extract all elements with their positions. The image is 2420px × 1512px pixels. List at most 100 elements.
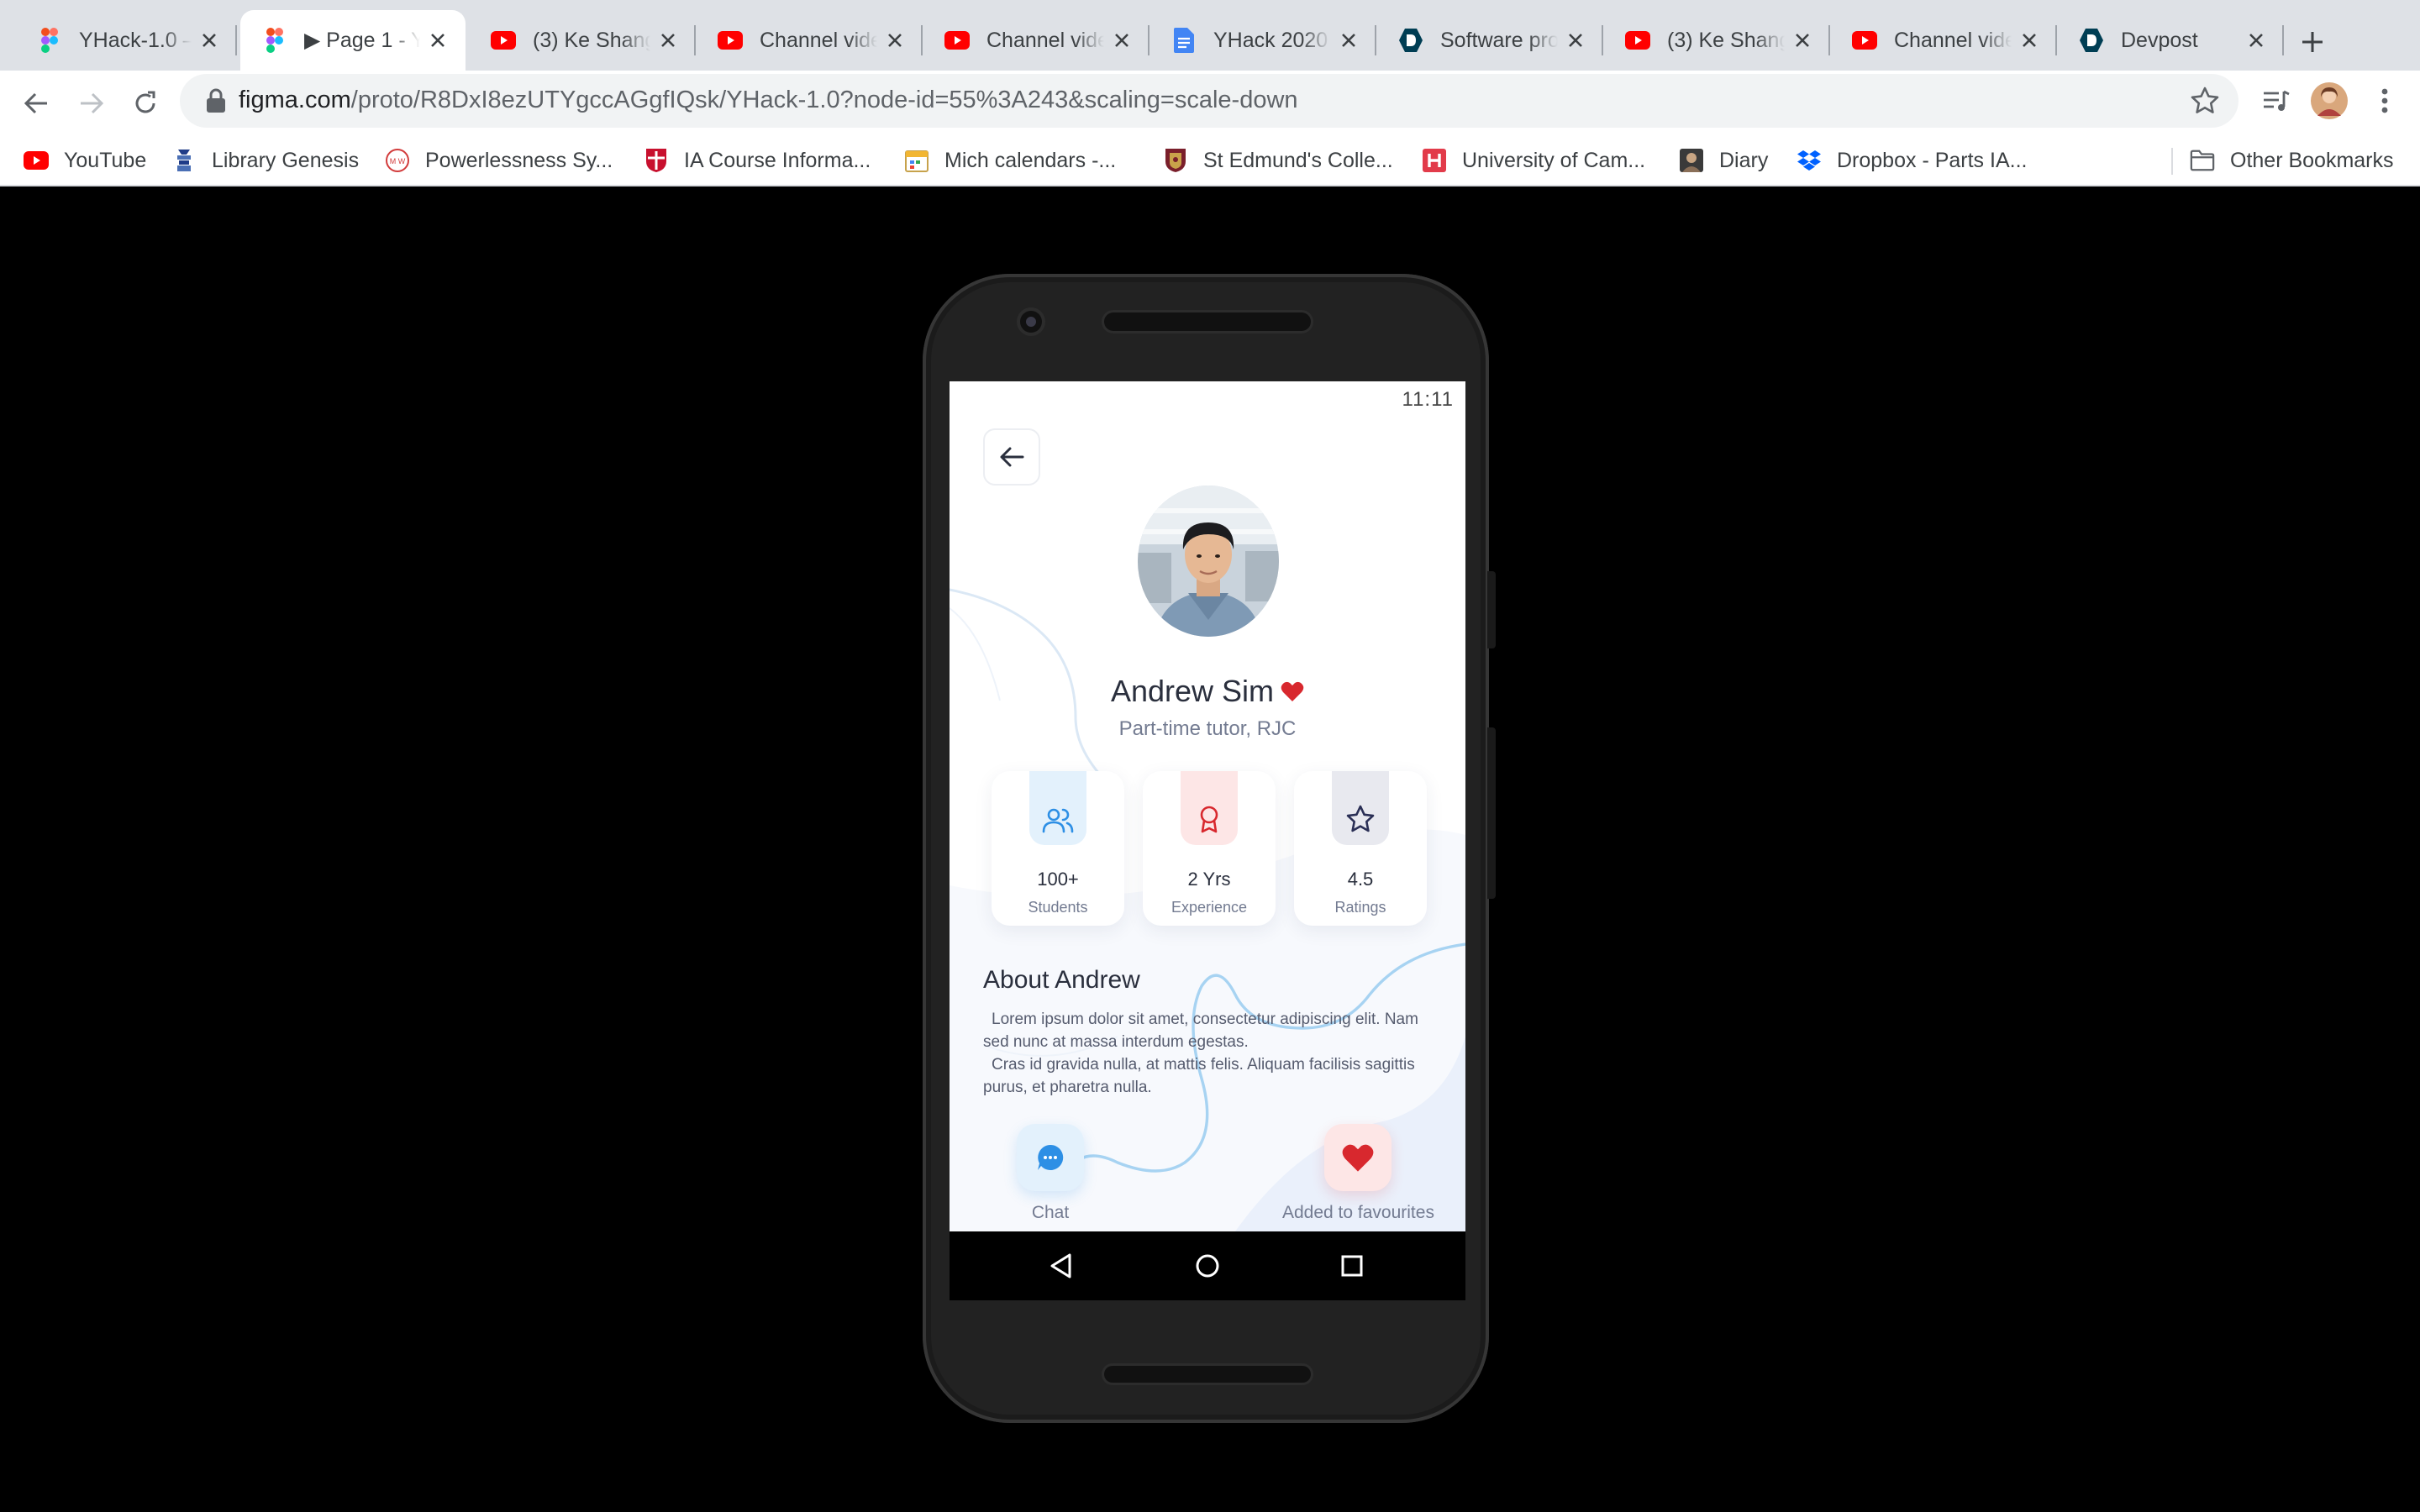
star-icon [1346,805,1375,832]
browser-tab[interactable]: Channel videos [696,10,923,71]
about-heading: About Andrew [983,966,1140,994]
tab-title: YHack-1.0 – Figma [79,28,192,52]
url-text[interactable]: figma.com/proto/R8DxI8ezUTYgccAGgfIQsk/Y… [239,87,1298,114]
youtube-icon [718,28,743,53]
stat-value: 2 Yrs [1187,869,1231,890]
close-icon[interactable] [1109,28,1134,53]
browser-tab[interactable]: Channel videos [1830,10,2057,71]
speaker-grille [1104,312,1311,331]
bookmark-item[interactable]: St Edmund's Colle... [1163,143,1393,178]
android-nav-bar [950,1231,1465,1300]
favourite-button[interactable] [1324,1124,1392,1191]
bookmark-item[interactable]: Library Genesis [171,143,359,178]
chat-button[interactable] [1017,1124,1084,1191]
bookmark-item[interactable]: M W Powerlessness Sy... [385,143,613,178]
browser-menu-button[interactable] [2368,82,2402,119]
about-paragraph: Cras id gravida nulla, at mattis felis. … [983,1056,1415,1096]
bookmark-item[interactable]: Mich calendars -... [904,143,1116,178]
browser-tab[interactable]: (3) Ke Shang [1603,10,1830,71]
arrow-right-icon [81,92,104,114]
tutor-photo [1138,486,1279,637]
close-icon[interactable] [1336,28,1361,53]
stat-card-students: 100+ Students [992,771,1124,926]
app-screen: 11:11 Andrew Sim Part-time tutor, RJC 10… [950,381,1465,1231]
university-icon [1422,148,1447,173]
nav-recents-button[interactable] [1334,1248,1370,1284]
bookmark-item[interactable]: Diary [1679,143,1768,178]
speaker-grille [1104,1366,1311,1383]
nav-back-button[interactable] [1044,1248,1079,1284]
youtube-icon [1625,28,1650,53]
chat-action[interactable]: Chat [1017,1124,1084,1223]
chat-label: Chat [1031,1203,1070,1222]
back-button[interactable] [983,428,1040,486]
youtube-icon [944,28,970,53]
lock-icon [207,88,225,113]
address-bar[interactable]: figma.com/proto/R8DxI8ezUTYgccAGgfIQsk/Y… [180,74,2238,128]
circle-home-icon [1196,1254,1219,1278]
browser-tab[interactable]: YHack 2020 [1150,10,1376,71]
browser-tab[interactable]: Software projects [1376,10,1603,71]
folder-icon [2190,148,2215,173]
users-icon [1042,808,1074,833]
youtube-icon [1852,28,1877,53]
nav-home-button[interactable] [1190,1248,1225,1284]
new-tab-button[interactable] [2292,22,2333,62]
close-icon[interactable] [655,28,681,53]
favourite-action[interactable]: Added to favourites [1282,1124,1434,1223]
bookmark-item[interactable]: Dropbox - Parts IA... [1797,143,2027,178]
profile-icon [2311,82,2348,119]
tab-title: (3) Ke Shang [1667,28,1785,52]
browser-tab[interactable]: (3) Ke Shang [469,10,696,71]
back-button[interactable] [15,82,57,124]
close-icon[interactable] [1790,28,1815,53]
close-icon[interactable] [2017,28,2042,53]
reload-button[interactable] [124,82,166,124]
svg-text:M W: M W [390,157,406,165]
tutor-name: Andrew Sim [1110,674,1275,708]
crest-icon [1163,148,1188,173]
youtube-icon [24,148,49,173]
heart-icon [1281,681,1304,701]
devpost-icon [1398,28,1423,53]
close-icon[interactable] [882,28,908,53]
browser-tab[interactable]: YHack-1.0 – Figma [15,10,237,71]
figma-icon [37,28,62,53]
stat-label: Students [1028,899,1088,916]
reading-list-button[interactable] [2255,82,2297,119]
close-icon[interactable] [2244,28,2269,53]
more-vertical-icon [2381,88,2388,113]
status-bar-time: 11:11 [1402,388,1454,411]
bookmarks-bar: YouTube Library Genesis M W Powerlessnes… [0,134,2420,186]
tab-strip: YHack-1.0 – Figma ▶ Page 1 - YHack (3) K… [0,0,2420,71]
bookmark-item[interactable]: University of Cam... [1422,143,1645,178]
tab-title: YHack 2020 [1213,28,1328,52]
arrow-left-icon [1000,447,1024,467]
bookmark-item[interactable]: YouTube [24,143,146,178]
bookmark-item[interactable]: IA Course Informa... [644,143,871,178]
close-icon[interactable] [425,28,450,53]
diary-icon [1679,148,1704,173]
camera-icon [1020,311,1042,333]
close-icon[interactable] [197,28,222,53]
browser-tab[interactable]: Devpost [2057,10,2284,71]
tab-title: ▶ Page 1 - YHack [304,29,420,52]
square-recents-icon [1341,1255,1363,1277]
forward-button[interactable] [71,82,113,124]
devpost-icon [2079,28,2104,53]
tab-title: Software projects [1440,28,1558,52]
calendar-icon [904,148,929,173]
stat-value: 4.5 [1347,869,1374,890]
tab-title: Channel videos [760,28,877,52]
browser-tab-active[interactable]: ▶ Page 1 - YHack [240,10,466,71]
plus-icon [2302,32,2323,52]
profile-avatar[interactable] [2309,82,2349,119]
crest-icon [644,148,669,173]
browser-tab[interactable]: Channel videos [923,10,1150,71]
other-bookmarks[interactable]: Other Bookmarks [2190,143,2394,178]
tab-title: Channel videos [986,28,1104,52]
volume-button [1487,727,1496,899]
star-outline-icon[interactable] [2190,86,2220,116]
close-icon[interactable] [1563,28,1588,53]
triangle-back-icon [1050,1253,1071,1278]
